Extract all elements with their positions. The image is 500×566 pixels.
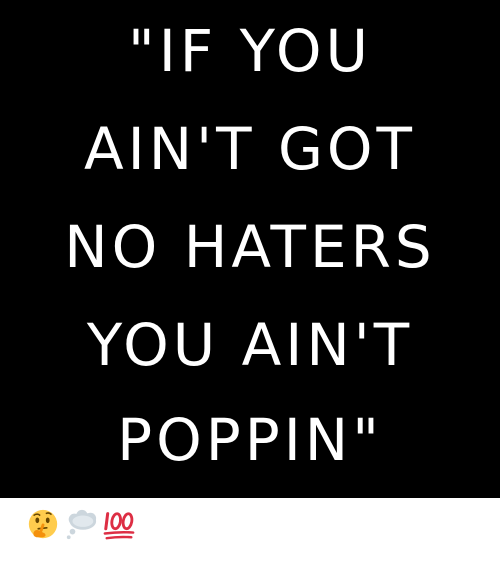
quote-line-2: AIN'T GOT: [83, 115, 416, 183]
hundred-points-icon: [103, 512, 135, 540]
quote-line-4: YOU AIN'T: [86, 311, 414, 379]
emoji-caption: [26, 508, 136, 542]
thinking-face-icon: [28, 509, 58, 539]
quote-line-1: "IF YOU: [128, 17, 372, 85]
thought-balloon-icon: [66, 509, 97, 540]
quote-line-3: NO HATERS: [64, 213, 436, 281]
quote-poster: "IF YOU AIN'T GOT NO HATERS YOU AIN'T PO…: [0, 0, 500, 498]
quote-line-5: POPPIN": [117, 406, 383, 474]
